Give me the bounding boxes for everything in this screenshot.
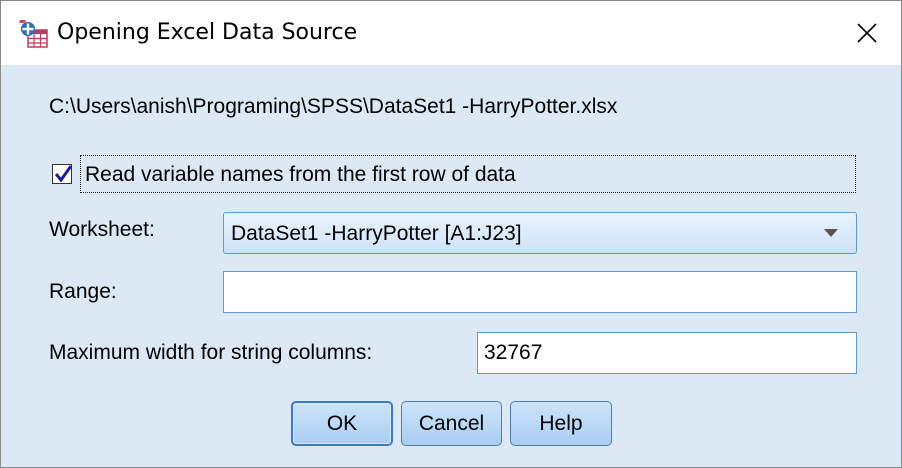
window-title: Opening Excel Data Source — [57, 20, 358, 45]
max-width-label: Maximum width for string columns: — [49, 341, 373, 364]
file-path: C:\Users\anish\Programing\SPSS\DataSet1 … — [49, 95, 618, 118]
checkmark-icon — [54, 165, 72, 183]
cancel-button[interactable]: Cancel — [401, 401, 502, 446]
worksheet-dropdown[interactable]: DataSet1 -HarryPotter [A1:J23] — [223, 212, 857, 254]
max-width-input[interactable] — [478, 333, 856, 373]
spss-data-icon — [19, 19, 49, 49]
close-button[interactable] — [843, 11, 891, 55]
close-icon — [857, 23, 877, 43]
help-button[interactable]: Help — [510, 401, 612, 446]
read-names-checkbox[interactable] — [52, 164, 72, 184]
title-bar: Opening Excel Data Source — [1, 1, 901, 65]
read-names-focus-box[interactable]: Read variable names from the first row o… — [80, 155, 856, 193]
worksheet-selected-value: DataSet1 -HarryPotter [A1:J23] — [231, 222, 522, 245]
dropdown-arrow-icon — [824, 229, 838, 237]
worksheet-label: Worksheet: — [49, 218, 155, 241]
dialog-window: Opening Excel Data Source C:\Users\anish… — [0, 0, 902, 468]
range-field[interactable] — [223, 271, 857, 313]
range-input[interactable] — [224, 272, 856, 312]
read-names-label: Read variable names from the first row o… — [85, 163, 516, 186]
range-label: Range: — [49, 280, 117, 303]
ok-button[interactable]: OK — [291, 401, 393, 446]
max-width-field[interactable] — [477, 332, 857, 374]
